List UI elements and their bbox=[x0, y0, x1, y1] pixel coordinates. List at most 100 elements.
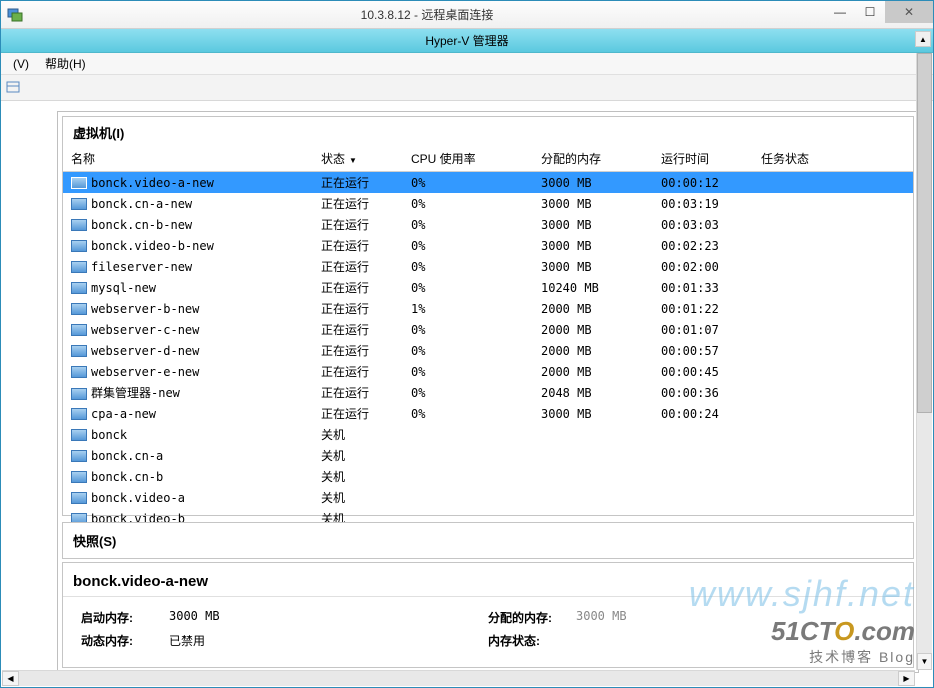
table-row[interactable]: mysql-new正在运行0%10240 MB00:01:33 bbox=[63, 277, 913, 298]
cell-uptime: 00:00:36 bbox=[653, 382, 753, 403]
menu-help[interactable]: 帮助(H) bbox=[37, 53, 94, 74]
vertical-scrollbar[interactable]: ▼ bbox=[916, 53, 932, 670]
cell-state: 正在运行 bbox=[313, 172, 403, 194]
cell-mem bbox=[533, 466, 653, 487]
vm-icon bbox=[71, 324, 85, 336]
table-row[interactable]: fileserver-new正在运行0%3000 MB00:02:00 bbox=[63, 256, 913, 277]
col-name[interactable]: 名称 bbox=[63, 146, 313, 172]
table-row[interactable]: bonck.cn-a关机 bbox=[63, 445, 913, 466]
cell-uptime bbox=[653, 445, 753, 466]
table-row[interactable]: bonck.video-b-new正在运行0%3000 MB00:02:23 bbox=[63, 235, 913, 256]
window-controls: — ☐ ✕ bbox=[825, 1, 933, 28]
table-row[interactable]: bonck.video-a关机 bbox=[63, 487, 913, 508]
scroll-right-button[interactable]: ▶ bbox=[898, 671, 915, 686]
cell-cpu: 1% bbox=[403, 298, 533, 319]
scroll-left-button[interactable]: ◀ bbox=[2, 671, 19, 686]
close-button[interactable]: ✕ bbox=[885, 1, 933, 23]
cell-cpu: 0% bbox=[403, 256, 533, 277]
table-row[interactable]: webserver-d-new正在运行0%2000 MB00:00:57 bbox=[63, 340, 913, 361]
cell-state: 正在运行 bbox=[313, 256, 403, 277]
cell-cpu: 0% bbox=[403, 361, 533, 382]
outer-titlebar: 10.3.8.12 - 远程桌面连接 — ☐ ✕ bbox=[1, 1, 933, 29]
table-row[interactable]: bonck.cn-b关机 bbox=[63, 466, 913, 487]
menubar: (V) 帮助(H) bbox=[1, 53, 933, 75]
cell-uptime: 00:03:03 bbox=[653, 214, 753, 235]
dynamic-mem-value: 已禁用 bbox=[169, 632, 205, 649]
cell-name: cpa-a-new bbox=[63, 403, 313, 424]
startup-mem-label: 启动内存: bbox=[81, 609, 161, 626]
vm-icon bbox=[71, 408, 85, 420]
cell-uptime: 00:01:07 bbox=[653, 319, 753, 340]
cell-taskstatus bbox=[753, 193, 913, 214]
cell-taskstatus bbox=[753, 382, 913, 403]
cell-name: webserver-c-new bbox=[63, 319, 313, 340]
table-row[interactable]: bonck.cn-a-new正在运行0%3000 MB00:03:19 bbox=[63, 193, 913, 214]
cell-taskstatus bbox=[753, 235, 913, 256]
scroll-track-h[interactable] bbox=[19, 671, 898, 686]
table-row[interactable]: 群集管理器-new正在运行0%2048 MB00:00:36 bbox=[63, 382, 913, 403]
cell-mem: 2048 MB bbox=[533, 382, 653, 403]
scroll-track-v[interactable] bbox=[917, 53, 932, 653]
col-mem[interactable]: 分配的内存 bbox=[533, 146, 653, 172]
vm-icon bbox=[71, 198, 85, 210]
cell-cpu bbox=[403, 424, 533, 445]
cell-cpu: 0% bbox=[403, 172, 533, 194]
cell-mem: 3000 MB bbox=[533, 235, 653, 256]
cell-mem: 2000 MB bbox=[533, 361, 653, 382]
inner-title: Hyper-V 管理器 bbox=[425, 32, 508, 49]
cell-taskstatus bbox=[753, 466, 913, 487]
horizontal-scrollbar[interactable]: ◀ ▶ bbox=[2, 670, 915, 686]
scroll-thumb-v[interactable] bbox=[917, 53, 932, 413]
dynamic-mem-label: 动态内存: bbox=[81, 632, 161, 649]
cell-cpu bbox=[403, 445, 533, 466]
table-row[interactable]: bonck.cn-b-new正在运行0%3000 MB00:03:03 bbox=[63, 214, 913, 235]
table-row[interactable]: cpa-a-new正在运行0%3000 MB00:00:24 bbox=[63, 403, 913, 424]
cell-cpu: 0% bbox=[403, 403, 533, 424]
minimize-button[interactable]: — bbox=[825, 1, 855, 23]
cell-cpu: 0% bbox=[403, 277, 533, 298]
scroll-down-button[interactable]: ▼ bbox=[917, 653, 932, 670]
cell-uptime bbox=[653, 487, 753, 508]
vm-table: 名称 状态▼ CPU 使用率 分配的内存 运行时间 任务状态 bonck.vid… bbox=[63, 146, 913, 550]
menu-view[interactable]: (V) bbox=[5, 55, 37, 73]
vm-panel-title: 虚拟机(I) bbox=[63, 117, 913, 146]
cell-cpu: 0% bbox=[403, 214, 533, 235]
table-row[interactable]: bonck关机 bbox=[63, 424, 913, 445]
cell-state: 正在运行 bbox=[313, 214, 403, 235]
vm-icon bbox=[71, 388, 85, 400]
col-cpu[interactable]: CPU 使用率 bbox=[403, 146, 533, 172]
toolbar-icon[interactable] bbox=[5, 80, 21, 96]
cell-state: 关机 bbox=[313, 424, 403, 445]
cell-name: bonck.cn-b-new bbox=[63, 214, 313, 235]
table-row[interactable]: webserver-c-new正在运行0%2000 MB00:01:07 bbox=[63, 319, 913, 340]
col-state[interactable]: 状态▼ bbox=[313, 146, 403, 172]
col-uptime[interactable]: 运行时间 bbox=[653, 146, 753, 172]
col-taskstatus[interactable]: 任务状态 bbox=[753, 146, 913, 172]
inner-titlebar: Hyper-V 管理器 ▲ bbox=[1, 29, 933, 53]
cell-uptime: 00:00:12 bbox=[653, 172, 753, 194]
cell-taskstatus bbox=[753, 172, 913, 194]
cell-uptime: 00:00:45 bbox=[653, 361, 753, 382]
startup-mem-value: 3000 MB bbox=[169, 609, 220, 626]
cell-taskstatus bbox=[753, 361, 913, 382]
cell-mem: 2000 MB bbox=[533, 340, 653, 361]
cell-name: fileserver-new bbox=[63, 256, 313, 277]
cell-cpu: 0% bbox=[403, 319, 533, 340]
cell-taskstatus bbox=[753, 487, 913, 508]
cell-state: 关机 bbox=[313, 487, 403, 508]
cell-mem: 10240 MB bbox=[533, 277, 653, 298]
rdp-icon bbox=[7, 7, 23, 23]
cell-uptime: 00:00:24 bbox=[653, 403, 753, 424]
scroll-up-button[interactable]: ▲ bbox=[915, 31, 931, 47]
details-panel: bonck.video-a-new 启动内存: 3000 MB 动态内存: 已禁… bbox=[62, 562, 914, 668]
cell-name: 群集管理器-new bbox=[63, 382, 313, 403]
cell-taskstatus bbox=[753, 214, 913, 235]
table-row[interactable]: bonck.video-a-new正在运行0%3000 MB00:00:12 bbox=[63, 172, 913, 194]
table-row[interactable]: webserver-b-new正在运行1%2000 MB00:01:22 bbox=[63, 298, 913, 319]
details-title: bonck.video-a-new bbox=[63, 563, 913, 597]
maximize-button[interactable]: ☐ bbox=[855, 1, 885, 23]
vm-icon bbox=[71, 303, 85, 315]
cell-state: 正在运行 bbox=[313, 403, 403, 424]
table-row[interactable]: webserver-e-new正在运行0%2000 MB00:00:45 bbox=[63, 361, 913, 382]
cell-name: bonck.video-a bbox=[63, 487, 313, 508]
